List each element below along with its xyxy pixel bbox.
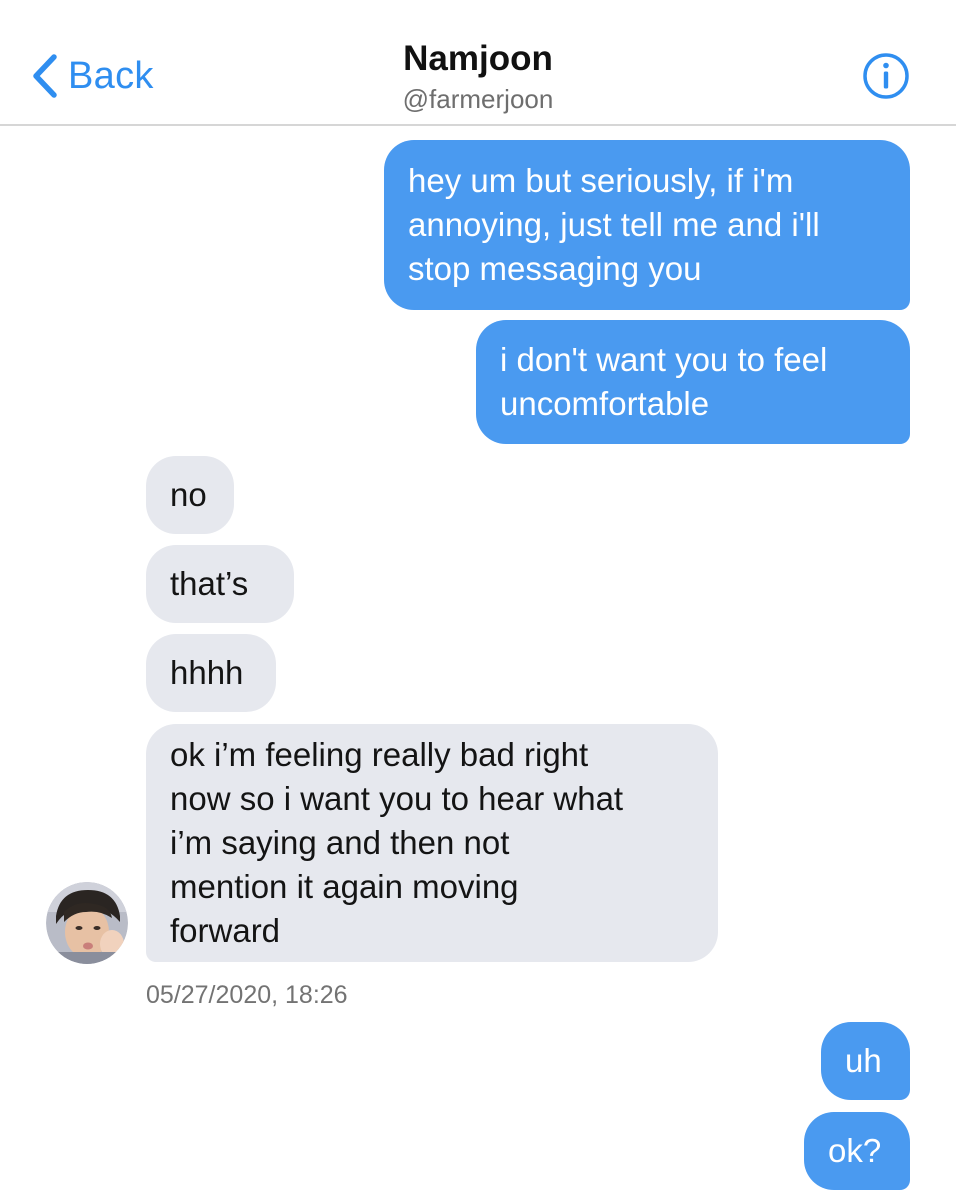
message-bubble-outgoing[interactable]: uh (821, 1022, 910, 1100)
message-bubble-outgoing[interactable]: ok? (804, 1112, 910, 1190)
conversation-header: Back Namjoon @farmerjoon (0, 0, 956, 126)
contact-avatar[interactable] (46, 882, 128, 964)
contact-name: Namjoon (403, 39, 553, 78)
info-icon[interactable] (862, 52, 910, 100)
message-timestamp: 05/27/2020, 18:26 (146, 981, 348, 1009)
message-bubble-incoming[interactable]: ok i’m feeling really bad right now so i… (146, 724, 718, 962)
conversation-title: Namjoon @farmerjoon (0, 36, 956, 116)
message-bubble-outgoing[interactable]: hey um but seriously, if i'm annoying, j… (384, 140, 910, 310)
message-bubble-incoming[interactable]: that’s (146, 545, 294, 623)
contact-handle: @farmerjoon (402, 84, 554, 114)
message-bubble-incoming[interactable]: no (146, 456, 234, 534)
message-bubble-outgoing[interactable]: i don't want you to feel uncomfortable (476, 320, 910, 444)
avatar-image (46, 882, 128, 964)
message-bubble-incoming[interactable]: hhhh (146, 634, 276, 712)
